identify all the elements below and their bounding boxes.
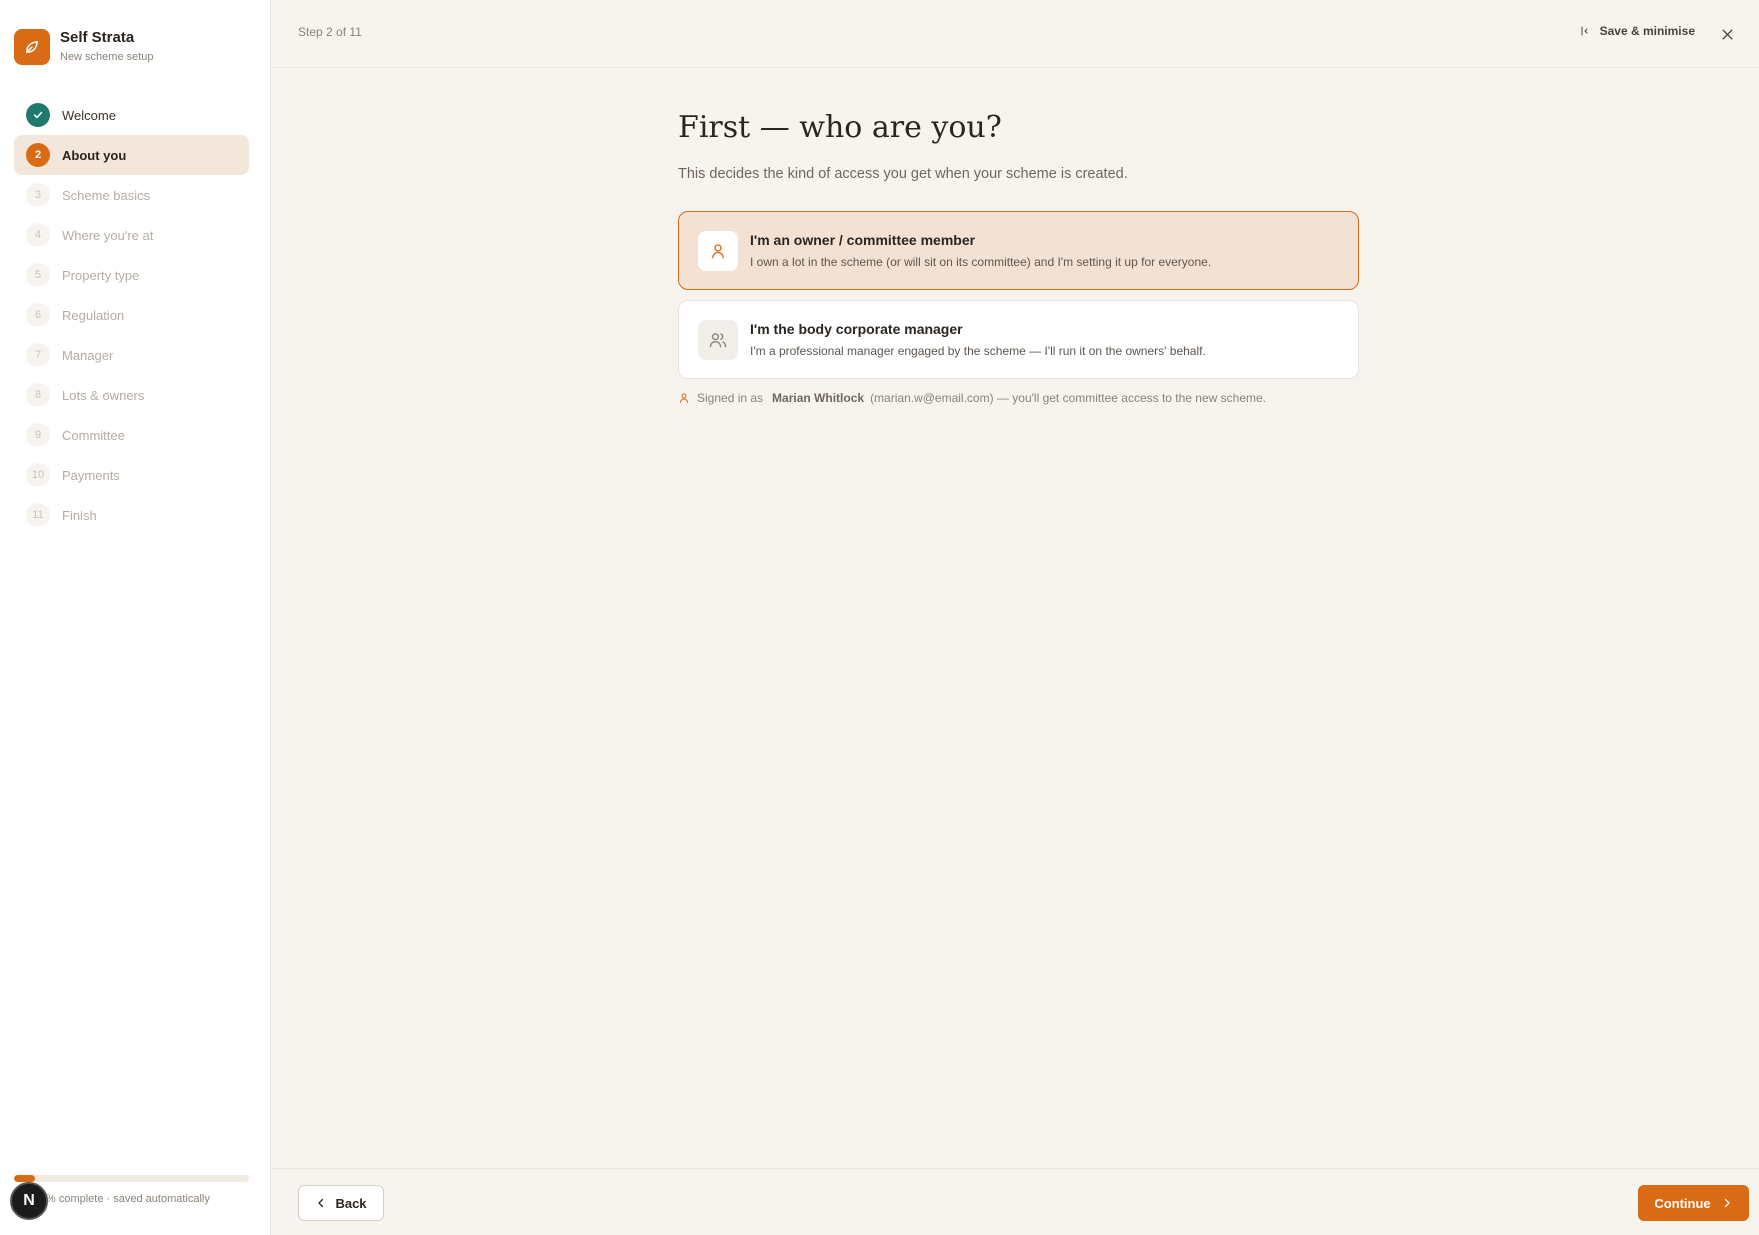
back-button[interactable]: Back (298, 1185, 384, 1221)
continue-button[interactable]: Continue (1638, 1185, 1749, 1221)
progress-text: % complete · saved automatically (46, 1193, 210, 1205)
sidebar-item-label: Manager (62, 347, 114, 363)
back-label: Back (335, 1195, 367, 1211)
signed-in-note: Signed in as Marian Whitlock (marian.w@e… (678, 391, 1266, 405)
signed-in-suffix: (marian.w@email.com) — you'll get commit… (870, 391, 1267, 405)
save-minimise-label: Save & minimise (1599, 24, 1695, 38)
people-icon (698, 319, 738, 360)
option-owner-committee[interactable]: I'm an owner / committee member I own a … (678, 211, 1359, 290)
person-icon (698, 230, 738, 271)
minimise-icon (1581, 26, 1588, 36)
signed-in-name: Marian Whitlock (772, 391, 865, 405)
sidebar-item-label: Welcome (62, 107, 116, 123)
option-title: I'm an owner / committee member (750, 232, 976, 248)
sidebar-item-label: Finish (62, 507, 97, 523)
step-number: 9 (26, 423, 50, 447)
sidebar-item-about-you[interactable]: 2 About you (14, 135, 249, 175)
step-number: 10 (26, 463, 50, 487)
chevron-left-icon (318, 1198, 324, 1208)
sidebar-item-label: Regulation (62, 307, 125, 323)
page-subtitle: This decides the kind of access you get … (678, 166, 1128, 182)
sidebar-item-payments[interactable]: 10 Payments (14, 455, 249, 495)
sidebar-item-manager[interactable]: 7 Manager (14, 335, 249, 375)
step-number: 4 (26, 223, 50, 247)
step-number: 5 (26, 263, 50, 287)
sidebar-item-finish[interactable]: 11 Finish (14, 495, 249, 535)
sidebar-item-label: Committee (62, 427, 125, 443)
sidebar-item-label: About you (62, 147, 127, 163)
step-counter: Step 2 of 11 (298, 25, 362, 39)
topbar: Step 2 of 11 Save & minimise (272, 0, 1759, 68)
sidebar-item-label: Property type (62, 267, 140, 283)
close-button[interactable] (1713, 20, 1741, 48)
progress: % complete · saved automatically (14, 1175, 249, 1205)
sidebar-item-label: Lots & owners (62, 387, 145, 403)
signed-in-prefix: Signed in as (697, 391, 764, 405)
step-number: 8 (26, 383, 50, 407)
step-number: 11 (26, 503, 50, 527)
main-content: First — who are you? This decides the ki… (678, 108, 1360, 405)
option-description: I'm a professional manager engaged by th… (750, 344, 1206, 358)
close-icon (1722, 29, 1732, 39)
sidebar-item-where-youre-at[interactable]: 4 Where you're at (14, 215, 249, 255)
option-title: I'm the body corporate manager (750, 321, 963, 337)
brand-subtitle: New scheme setup (60, 51, 154, 63)
sidebar-item-welcome[interactable]: Welcome (14, 95, 249, 135)
step-number: 3 (26, 183, 50, 207)
continue-label: Continue (1654, 1195, 1711, 1211)
sidebar-item-label: Where you're at (62, 227, 154, 243)
sidebar-item-committee[interactable]: 9 Committee (14, 415, 249, 455)
option-body-corporate-manager[interactable]: I'm the body corporate manager I'm a pro… (678, 300, 1359, 379)
check-icon (26, 103, 50, 127)
sidebar-item-label: Scheme basics (62, 187, 151, 203)
footer: Back Continue (272, 1168, 1759, 1235)
sidebar-item-property-type[interactable]: 5 Property type (14, 255, 249, 295)
sidebar-item-lots-owners[interactable]: 8 Lots & owners (14, 375, 249, 415)
sidebar-item-scheme-basics[interactable]: 3 Scheme basics (14, 175, 249, 215)
progress-fill (14, 1175, 36, 1182)
sidebar-item-label: Payments (62, 467, 120, 483)
user-icon (680, 393, 688, 403)
page-title: First — who are you? (678, 110, 1002, 145)
chevron-right-icon (1724, 1198, 1730, 1208)
step-number: 6 (26, 303, 50, 327)
sidebar-item-regulation[interactable]: 6 Regulation (14, 295, 249, 335)
brand: Self Strata New scheme setup (14, 29, 154, 65)
option-description: I own a lot in the scheme (or will sit o… (750, 255, 1212, 269)
leaf-icon (14, 29, 50, 65)
brand-name: Self Strata (60, 29, 135, 46)
step-number: 7 (26, 343, 50, 367)
progress-bar (14, 1175, 249, 1182)
step-list: Welcome 2 About you 3 Scheme basics 4 Wh… (14, 95, 249, 535)
sidebar: Self Strata New scheme setup Welcome 2 A… (0, 0, 271, 1235)
avatar[interactable]: N (10, 1182, 48, 1220)
save-minimise-button[interactable]: Save & minimise (1580, 24, 1695, 38)
step-number: 2 (26, 143, 50, 167)
